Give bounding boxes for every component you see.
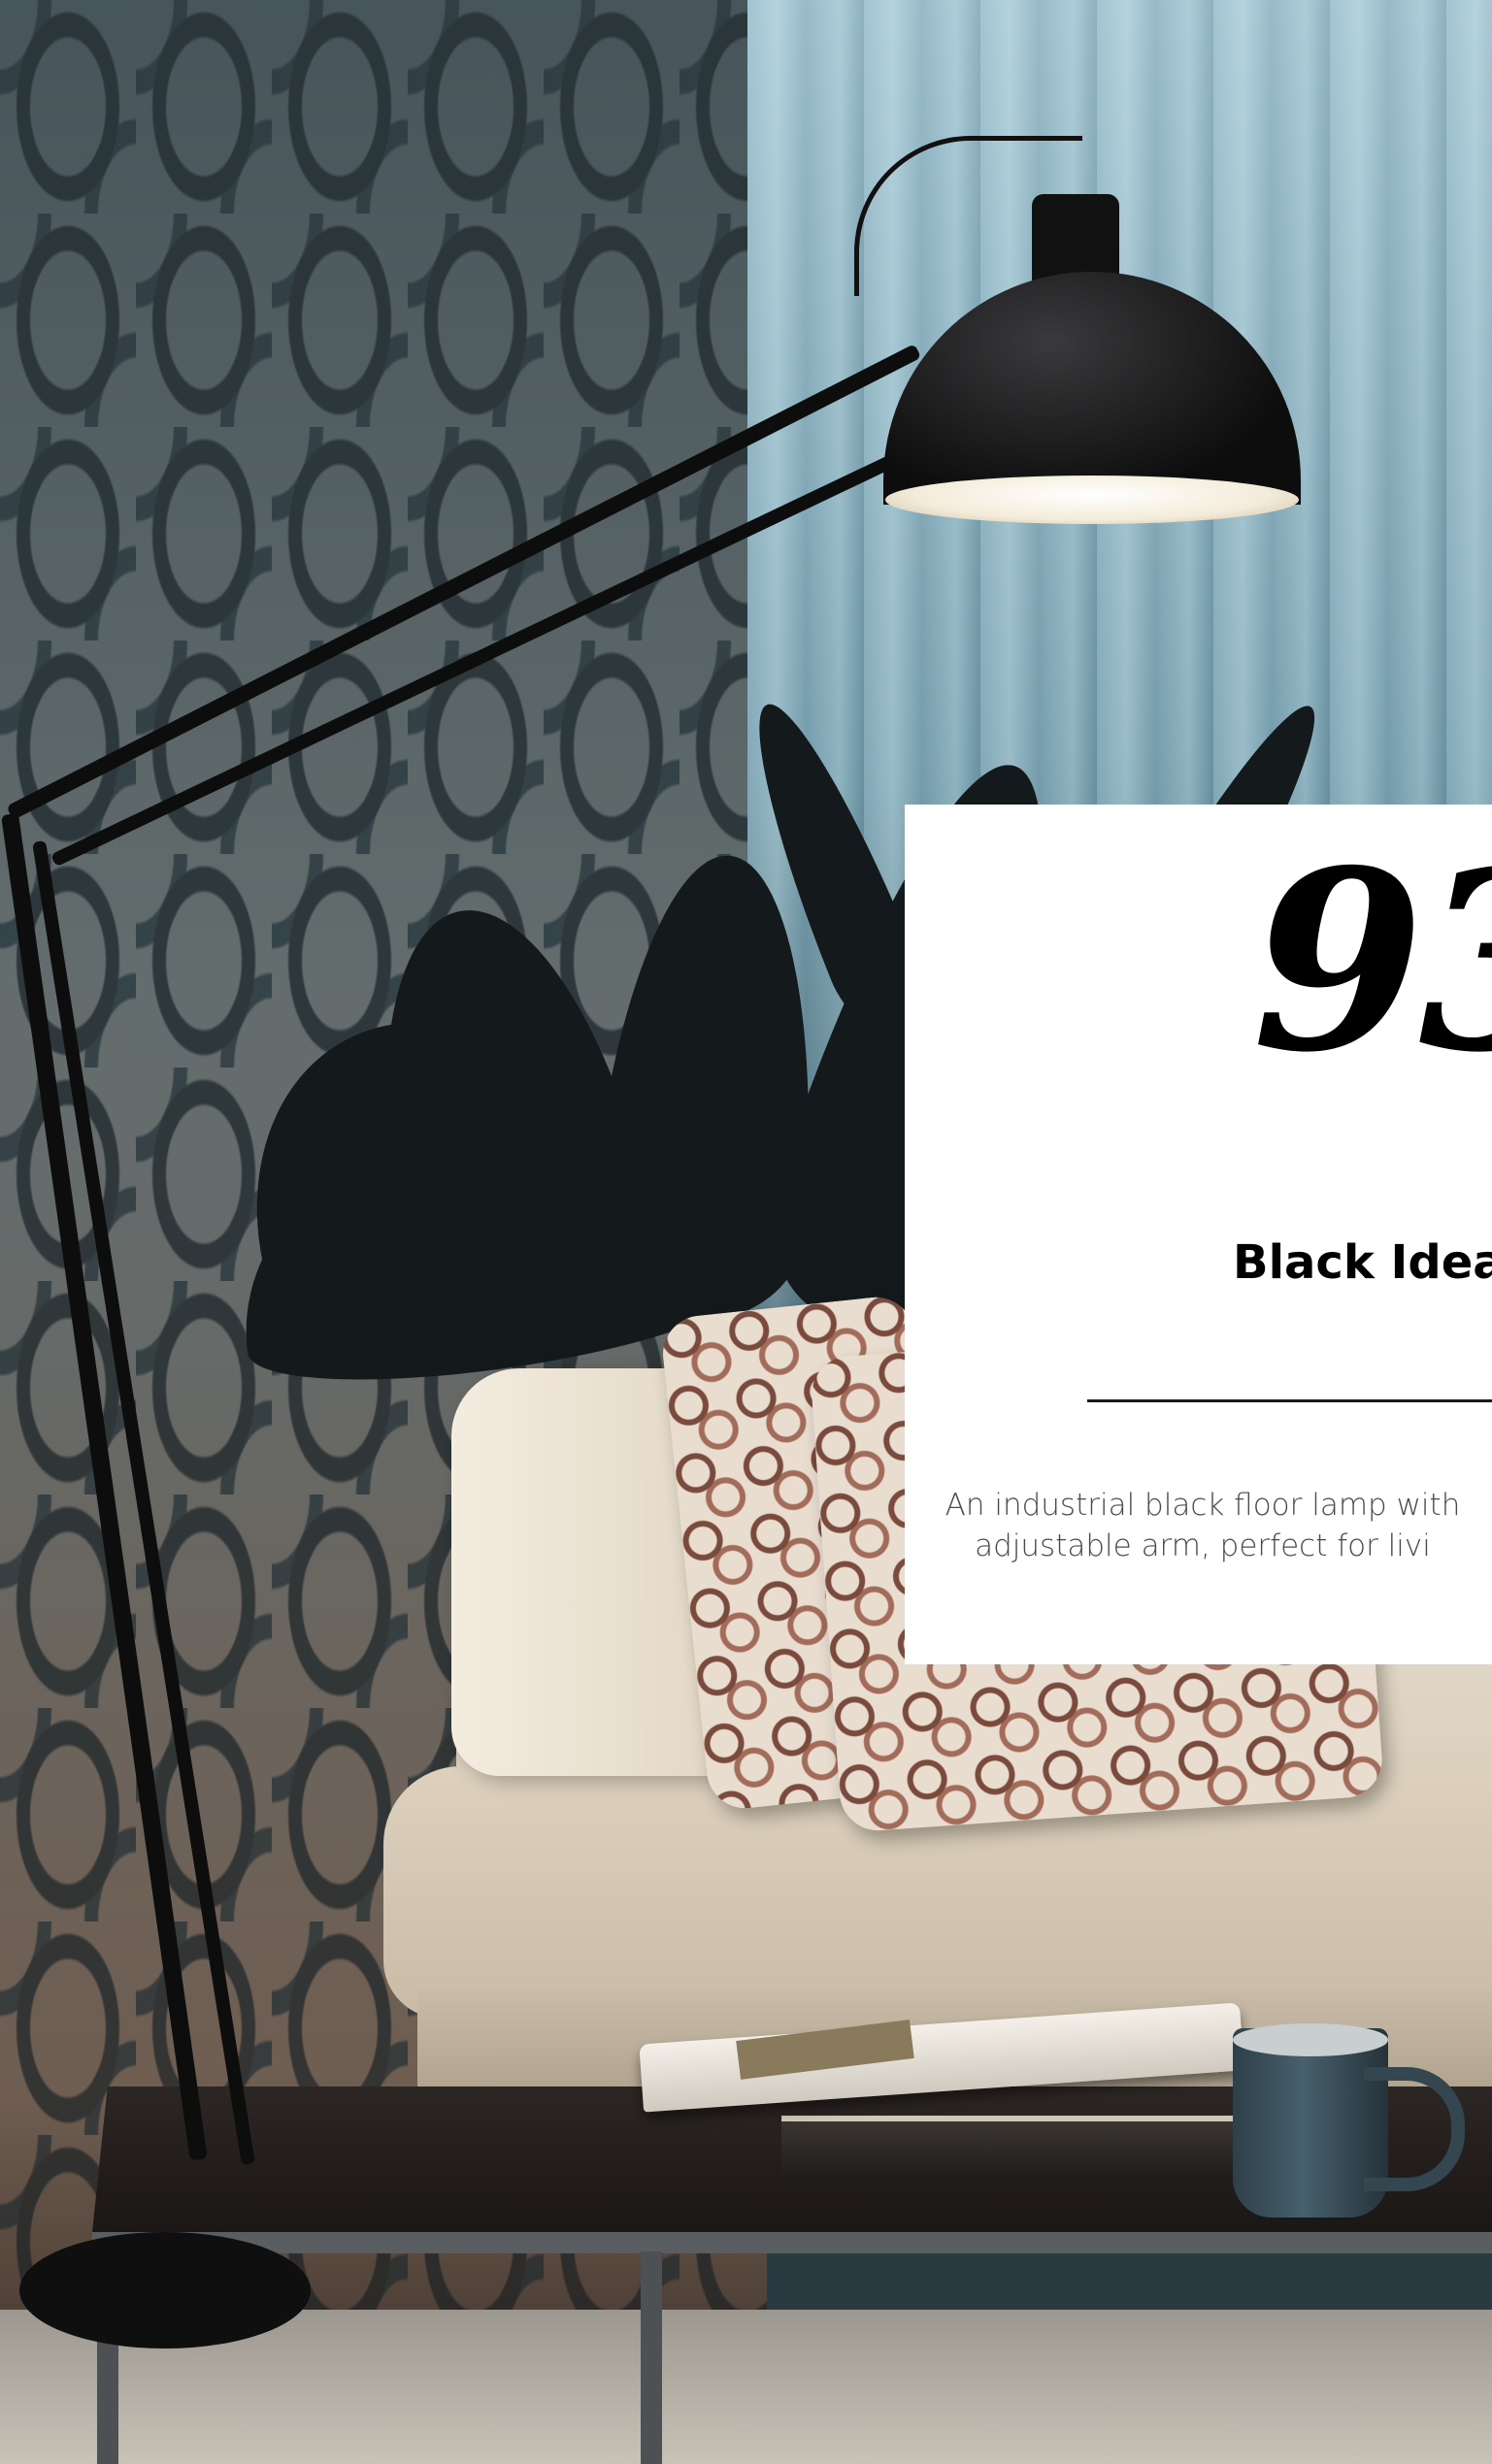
- product-number: 93: [1252, 817, 1492, 1107]
- lamp-base: [19, 2232, 311, 2349]
- divider: [1087, 1399, 1492, 1402]
- lamp-light: [885, 476, 1299, 524]
- table-leg: [641, 2251, 662, 2464]
- description-line-1: An industrial black floor lamp with: [945, 1488, 1461, 1523]
- product-card: 93 Black Idea An industrial black floor …: [905, 805, 1492, 1664]
- mug-rim: [1233, 2023, 1388, 2056]
- table-frame: [92, 2232, 1492, 2253]
- product-title: Black Idea: [1233, 1235, 1492, 1290]
- closed-book: [781, 2116, 1238, 2180]
- description-line-2: adjustable arm, perfect for livi: [975, 1528, 1431, 1563]
- product-description: An industrial black floor lamp with adju…: [905, 1485, 1492, 1566]
